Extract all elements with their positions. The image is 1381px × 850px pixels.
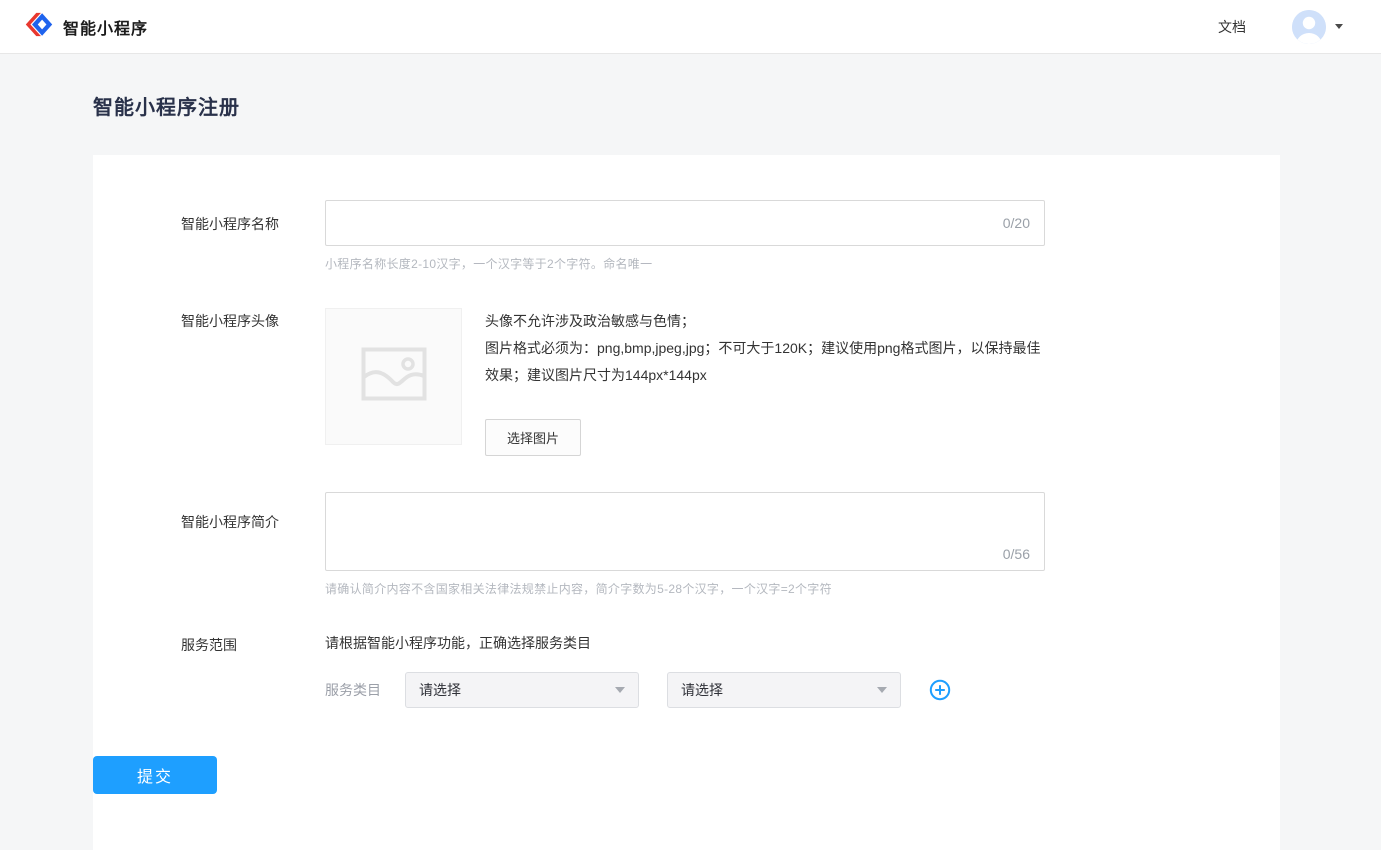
name-input-wrap: 0/20: [325, 200, 1045, 246]
intro-help-text: 请确认简介内容不含国家相关法律法规禁止内容，简介字数为5-28个汉字，一个汉字=…: [325, 580, 1045, 597]
form-row-scope: 服务范围 请根据智能小程序功能，正确选择服务类目 服务类目 请选择 请选择: [93, 633, 1280, 708]
account-menu[interactable]: [1292, 10, 1343, 44]
submit-row: 提交: [93, 756, 1280, 794]
submit-button[interactable]: 提交: [93, 756, 217, 794]
name-help-text: 小程序名称长度2-10汉字，一个汉字等于2个字符。命名唯一: [325, 255, 1045, 272]
form-row-intro: 智能小程序简介 0/56 请确认简介内容不含国家相关法律法规禁止内容，简介字数为…: [93, 492, 1280, 597]
user-avatar[interactable]: [1292, 10, 1326, 44]
name-field-control: 0/20 小程序名称长度2-10汉字，一个汉字等于2个字符。命名唯一: [325, 200, 1045, 272]
avatar-rules-block: 头像不允许涉及政治敏感与色情； 图片格式必须为：png,bmp,jpeg,jpg…: [485, 308, 1041, 456]
add-category-button[interactable]: [929, 679, 951, 701]
brand[interactable]: 智能小程序: [25, 12, 148, 42]
smart-miniprogram-register-page: 智能小程序 文档 智能小程序注册 智能小程序名称: [0, 0, 1381, 850]
caret-down-icon: [877, 687, 887, 693]
miniapp-name-input[interactable]: [325, 200, 1045, 246]
caret-down-icon: [615, 687, 625, 693]
scope-field-control: 请根据智能小程序功能，正确选择服务类目 服务类目 请选择 请选择: [325, 633, 951, 708]
category-label: 服务类目: [325, 680, 381, 700]
brand-title: 智能小程序: [63, 15, 148, 39]
miniapp-intro-textarea[interactable]: [325, 492, 1045, 571]
smart-miniprogram-logo-icon: [25, 12, 53, 42]
plus-circle-icon: [929, 679, 951, 701]
avatar-rule-line-2: 图片格式必须为：png,bmp,jpeg,jpg；不可大于120K；建议使用pn…: [485, 335, 1041, 389]
name-field-label: 智能小程序名称: [181, 200, 325, 272]
form-row-name: 智能小程序名称 0/20 小程序名称长度2-10汉字，一个汉字等于2个字符。命名…: [93, 200, 1280, 272]
form-row-avatar: 智能小程序头像 头像不允许涉及政治敏感与色情； 图片格式必须为：png,bm: [93, 308, 1280, 456]
top-navbar: 智能小程序 文档: [0, 0, 1381, 54]
scope-field-label: 服务范围: [181, 633, 325, 708]
registration-form-card: 智能小程序名称 0/20 小程序名称长度2-10汉字，一个汉字等于2个字符。命名…: [93, 155, 1280, 850]
intro-field-control: 0/56 请确认简介内容不含国家相关法律法规禁止内容，简介字数为5-28个汉字，…: [325, 492, 1045, 597]
category-select-2[interactable]: 请选择: [667, 672, 901, 708]
intro-textarea-wrap: 0/56: [325, 492, 1045, 571]
category-select-2-value: 请选择: [681, 680, 723, 700]
docs-link[interactable]: 文档: [1218, 17, 1246, 37]
avatar-upload-placeholder[interactable]: [325, 308, 462, 445]
category-select-1-value: 请选择: [419, 680, 461, 700]
avatar-field-control: 头像不允许涉及政治敏感与色情； 图片格式必须为：png,bmp,jpeg,jpg…: [325, 308, 1041, 456]
chevron-down-icon: [1335, 24, 1343, 29]
category-select-row: 服务类目 请选择 请选择: [325, 672, 951, 708]
category-select-1[interactable]: 请选择: [405, 672, 639, 708]
scope-instruction: 请根据智能小程序功能，正确选择服务类目: [325, 633, 951, 653]
image-placeholder-icon: [361, 347, 427, 406]
choose-image-button[interactable]: 选择图片: [485, 419, 581, 456]
intro-field-label: 智能小程序简介: [181, 492, 325, 597]
topbar-right: 文档: [1218, 10, 1343, 44]
page-title: 智能小程序注册: [93, 91, 1381, 120]
avatar-rule-line-1: 头像不允许涉及政治敏感与色情；: [485, 308, 1041, 335]
avatar-field-label: 智能小程序头像: [181, 308, 325, 456]
